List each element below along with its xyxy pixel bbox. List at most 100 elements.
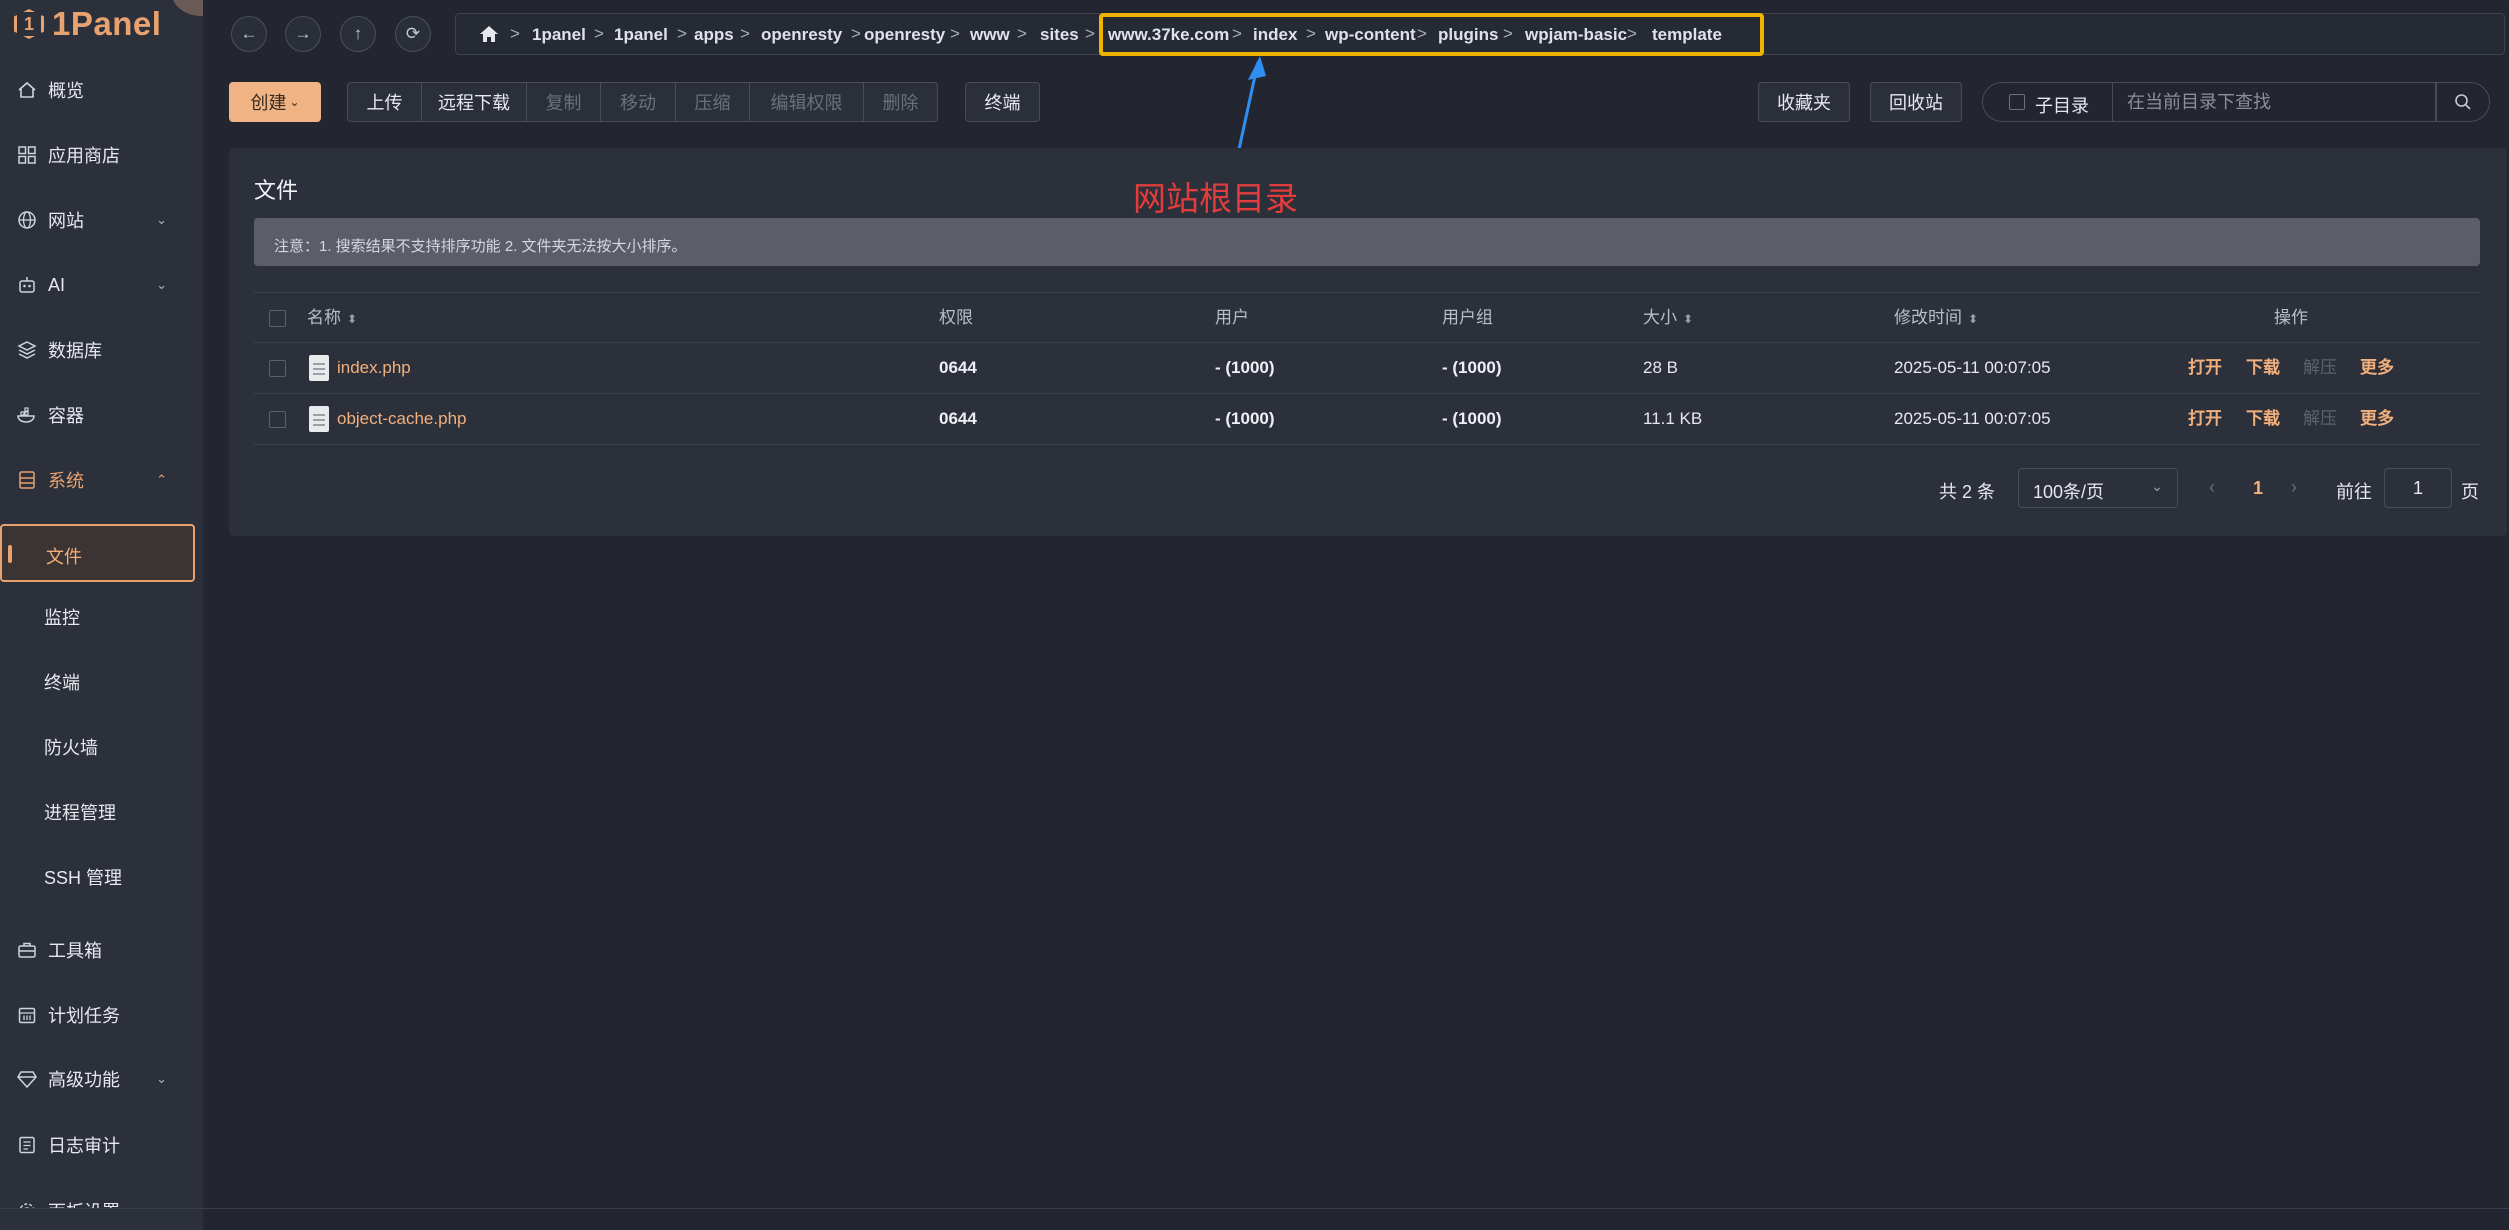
more-button[interactable]: 更多 [2360, 343, 2394, 393]
sidebar-item-label: 网站 [48, 211, 84, 231]
upload-button[interactable]: 上传 [347, 82, 422, 122]
breadcrumb-item[interactable]: openresty [864, 25, 945, 45]
file-name-link[interactable]: index.php [337, 343, 411, 393]
sidebar-item-process[interactable]: 进程管理 [0, 789, 203, 835]
breadcrumb-item[interactable]: www [970, 25, 1010, 45]
download-button[interactable]: 下载 [2246, 343, 2280, 393]
logo[interactable]: 1 1Panel [14, 2, 161, 46]
up-button[interactable]: ↑ [340, 16, 376, 52]
recycle-bin-button[interactable]: 回收站 [1870, 82, 1962, 122]
breadcrumb-separator: > [851, 24, 861, 43]
file-group[interactable]: - (1000) [1442, 343, 1502, 393]
header-label: 大小 [1643, 308, 1677, 327]
current-page[interactable]: 1 [2253, 478, 2263, 499]
prev-page-button[interactable]: ‹ [2209, 477, 2215, 498]
sidebar-item-container[interactable]: 容器 [0, 392, 203, 438]
next-page-button[interactable]: › [2291, 477, 2297, 498]
edit-permission-button[interactable]: 编辑权限 [749, 82, 864, 122]
file-group[interactable]: - (1000) [1442, 394, 1502, 444]
sidebar-item-firewall[interactable]: 防火墙 [0, 724, 203, 770]
row-checkbox[interactable] [269, 411, 286, 428]
file-user[interactable]: - (1000) [1215, 394, 1275, 444]
pagination-total: 共 2 条 [1939, 482, 1996, 502]
breadcrumb-item[interactable]: apps [694, 25, 734, 45]
home-icon [16, 79, 38, 101]
move-button[interactable]: 移动 [600, 82, 676, 122]
page-unit-label: 页 [2461, 482, 2479, 502]
sidebar-item-label: 防火墙 [44, 738, 98, 758]
terminal-button[interactable]: 终端 [965, 82, 1040, 122]
column-header-name[interactable]: 名称 ⬍ [307, 293, 357, 343]
chevron-down-icon: ⌄ [156, 212, 167, 227]
open-button[interactable]: 打开 [2188, 394, 2222, 444]
remote-download-button[interactable]: 远程下载 [421, 82, 527, 122]
sidebar-item-website[interactable]: 网站 ⌄ [0, 197, 203, 243]
sidebar-item-system[interactable]: 系统 ⌃ [0, 457, 203, 503]
breadcrumb-item[interactable]: 1panel [614, 25, 668, 45]
breadcrumb-separator: > [594, 24, 604, 43]
chevron-down-icon: ⌄ [156, 277, 167, 292]
breadcrumb-item[interactable]: openresty [761, 25, 842, 45]
subdir-toggle[interactable]: 子目录 [1982, 82, 2112, 122]
sidebar-item-audit[interactable]: 日志审计 [0, 1122, 203, 1168]
arrow-up-icon: ↑ [353, 24, 363, 43]
sidebar-item-label: 文件 [46, 547, 82, 567]
subdir-checkbox[interactable] [2009, 94, 2025, 110]
open-button[interactable]: 打开 [2188, 343, 2222, 393]
favorites-button[interactable]: 收藏夹 [1758, 82, 1850, 122]
sidebar-item-cron[interactable]: 计划任务 [0, 992, 203, 1038]
file-size: 11.1 KB [1643, 409, 1703, 428]
create-button[interactable]: 创建 ⌄ [229, 82, 321, 122]
back-button[interactable]: ← [231, 16, 267, 52]
column-header-mtime[interactable]: 修改时间 ⬍ [1894, 293, 1978, 343]
download-button[interactable]: 下载 [2246, 394, 2280, 444]
column-header-group: 用户组 [1442, 308, 1493, 327]
subdir-label: 子目录 [2035, 96, 2089, 116]
file-permission[interactable]: 0644 [939, 343, 977, 393]
copy-button[interactable]: 复制 [526, 82, 601, 122]
sidebar-item-files[interactable]: 文件 [0, 524, 195, 582]
breadcrumb-separator: > [740, 24, 750, 43]
header-label: 名称 [307, 308, 341, 327]
breadcrumb-item[interactable]: 1panel [532, 25, 586, 45]
table-header: 名称 ⬍ 权限 用户 用户组 大小 ⬍ 修改时间 ⬍ 操作 [254, 292, 2480, 343]
logo-decoration [172, 0, 203, 16]
sidebar-item-label: 系统 [48, 471, 84, 491]
page-size-select[interactable]: 100条/页 ⌄ [2018, 468, 2178, 508]
sidebar-item-database[interactable]: 数据库 [0, 327, 203, 373]
sidebar-item-appstore[interactable]: 应用商店 [0, 132, 203, 178]
search-icon [2455, 94, 2471, 110]
diamond-icon [16, 1068, 38, 1090]
row-checkbox[interactable] [269, 360, 286, 377]
sidebar: 1 1Panel 概览 应用商店 网站 ⌄ AI ⌄ 数据库 容器 系统 ⌃ 文… [0, 0, 203, 1230]
file-name-link[interactable]: object-cache.php [337, 394, 466, 444]
select-all-checkbox[interactable] [269, 310, 286, 327]
sidebar-item-terminal[interactable]: 终端 [0, 659, 203, 705]
breadcrumb-item[interactable]: sites [1040, 25, 1079, 45]
sidebar-item-ssh[interactable]: SSH 管理 [0, 854, 203, 900]
sidebar-item-monitor[interactable]: 监控 [0, 594, 203, 640]
search-input[interactable] [2112, 82, 2436, 122]
sidebar-item-overview[interactable]: 概览 [0, 67, 203, 113]
search-button[interactable] [2436, 82, 2490, 122]
goto-page-input[interactable]: 1 [2384, 468, 2452, 508]
sidebar-item-advanced[interactable]: 高级功能 ⌄ [0, 1056, 203, 1102]
file-user[interactable]: - (1000) [1215, 343, 1275, 393]
delete-button[interactable]: 删除 [863, 82, 938, 122]
refresh-button[interactable]: ⟳ [395, 16, 431, 52]
chevron-down-icon: ⌄ [289, 95, 300, 109]
extract-button[interactable]: 解压 [2303, 394, 2337, 444]
sidebar-item-ai[interactable]: AI ⌄ [0, 262, 203, 308]
files-panel: 文件 注意：1. 搜索结果不支持排序功能 2. 文件夹无法按大小排序。 名称 ⬍ … [229, 148, 2507, 536]
compress-button[interactable]: 压缩 [675, 82, 750, 122]
column-header-size[interactable]: 大小 ⬍ [1643, 293, 1693, 343]
sidebar-item-toolbox[interactable]: 工具箱 [0, 927, 203, 973]
more-button[interactable]: 更多 [2360, 394, 2394, 444]
breadcrumb-separator: > [1017, 24, 1027, 43]
home-icon[interactable] [478, 24, 500, 44]
file-mtime: 2025-05-11 00:07:05 [1894, 409, 2051, 428]
extract-button[interactable]: 解压 [2303, 343, 2337, 393]
file-permission[interactable]: 0644 [939, 394, 977, 444]
refresh-icon: ⟳ [405, 24, 421, 43]
forward-button[interactable]: → [285, 16, 321, 52]
